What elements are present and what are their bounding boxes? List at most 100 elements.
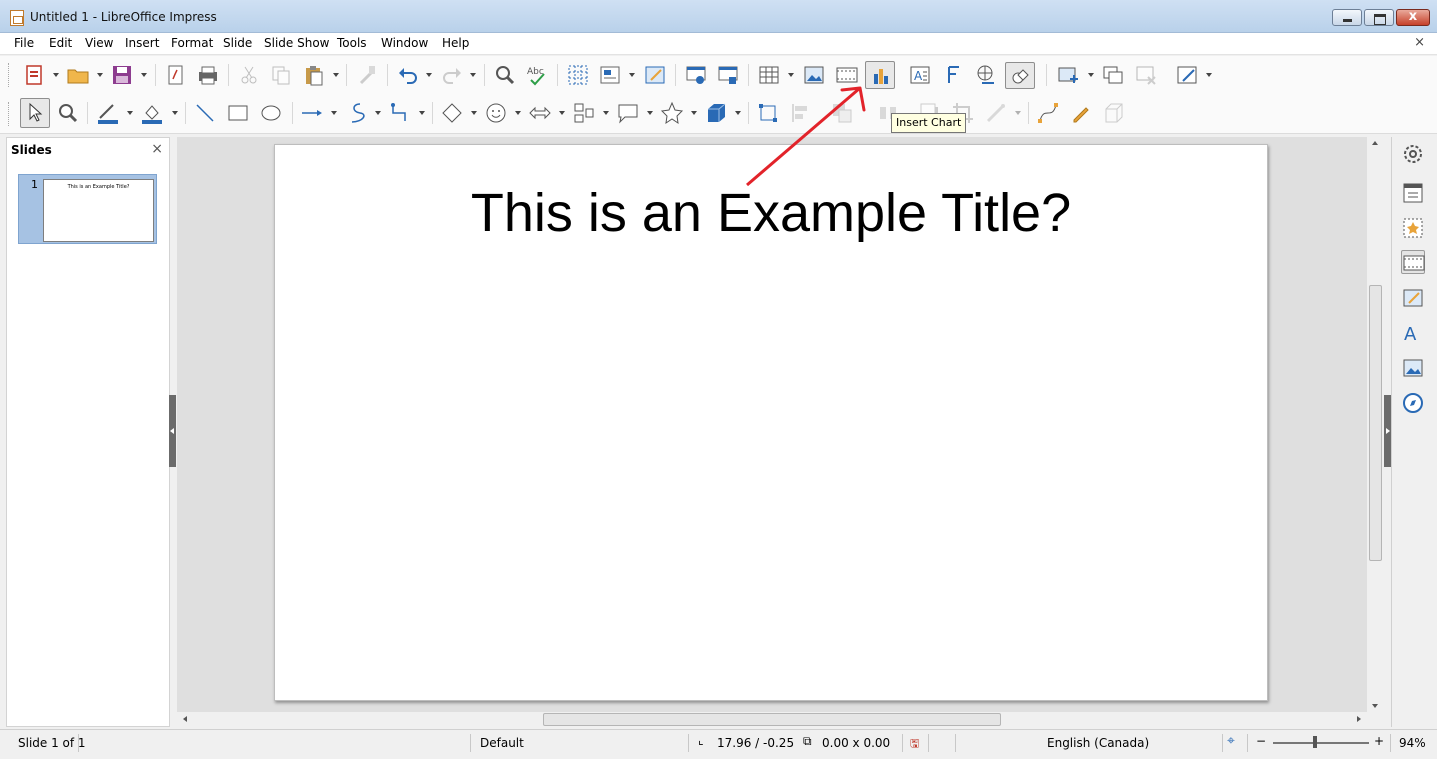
- menu-view[interactable]: View: [85, 36, 113, 50]
- undo-icon[interactable]: [396, 63, 420, 87]
- menu-slide-show[interactable]: Slide Show: [264, 36, 329, 50]
- save-dropdown[interactable]: [141, 73, 147, 77]
- slide-layout-icon[interactable]: [1175, 63, 1199, 87]
- paste-dropdown[interactable]: [333, 73, 339, 77]
- lines-arrows-dropdown[interactable]: [331, 111, 337, 115]
- display-views-dropdown[interactable]: [629, 73, 635, 77]
- sidebar-properties-icon[interactable]: [1401, 181, 1425, 205]
- menu-tools[interactable]: Tools: [337, 36, 367, 50]
- clone-formatting-icon[interactable]: [355, 63, 379, 87]
- block-arrows-icon[interactable]: [528, 101, 552, 125]
- save-icon[interactable]: [110, 63, 134, 87]
- new-dropdown[interactable]: [53, 73, 59, 77]
- menu-insert[interactable]: Insert: [125, 36, 159, 50]
- paste-icon[interactable]: [302, 63, 326, 87]
- menu-window[interactable]: Window: [381, 36, 428, 50]
- toggle-extrusion-icon[interactable]: [1102, 101, 1126, 125]
- flowchart-icon[interactable]: [572, 101, 596, 125]
- sidebar-slide-transition-icon[interactable]: [1401, 250, 1425, 274]
- menu-file[interactable]: File: [14, 36, 34, 50]
- vertical-scroll-thumb[interactable]: [1369, 285, 1382, 561]
- curves-icon[interactable]: [344, 101, 368, 125]
- language-status[interactable]: English (Canada): [1047, 736, 1149, 750]
- block-arrows-dropdown[interactable]: [559, 111, 565, 115]
- slide-thumbnail[interactable]: This is an Example Title?: [43, 179, 154, 242]
- scroll-up-arrow[interactable]: [1372, 141, 1378, 145]
- open-folder-icon[interactable]: [66, 63, 90, 87]
- find-replace-icon[interactable]: [493, 63, 517, 87]
- close-document-button[interactable]: ×: [1414, 35, 1425, 50]
- duplicate-slide-icon[interactable]: [1101, 63, 1125, 87]
- callouts-icon[interactable]: [616, 101, 640, 125]
- horizontal-scroll-thumb[interactable]: [543, 713, 1001, 726]
- connectors-dropdown[interactable]: [419, 111, 425, 115]
- document-modified-icon[interactable]: 🖫: [910, 735, 919, 754]
- line-tool-icon[interactable]: [193, 101, 217, 125]
- close-slides-pane-button[interactable]: ×: [151, 141, 163, 157]
- filter-icon[interactable]: [984, 101, 1008, 125]
- symbol-shapes-dropdown[interactable]: [515, 111, 521, 115]
- rectangle-tool-icon[interactable]: [226, 101, 250, 125]
- ellipse-tool-icon[interactable]: [259, 101, 283, 125]
- fit-slide-icon[interactable]: ⌖: [1227, 733, 1235, 749]
- zoom-slider-track[interactable]: [1273, 742, 1369, 744]
- new-document-icon[interactable]: [22, 63, 46, 87]
- close-window-button[interactable]: x: [1396, 9, 1430, 26]
- table-dropdown[interactable]: [788, 73, 794, 77]
- symbol-shapes-icon[interactable]: [484, 101, 508, 125]
- menu-slide[interactable]: Slide: [223, 36, 252, 50]
- zoom-out-button[interactable]: −: [1256, 734, 1266, 748]
- fontwork-icon[interactable]: [941, 63, 965, 87]
- menu-format[interactable]: Format: [171, 36, 213, 50]
- stars-icon[interactable]: [660, 101, 684, 125]
- display-grid-icon[interactable]: [566, 63, 590, 87]
- 3d-objects-icon[interactable]: [704, 101, 728, 125]
- line-color-icon[interactable]: [96, 101, 120, 125]
- display-views-icon[interactable]: [598, 63, 622, 87]
- points-edit-icon[interactable]: [1036, 101, 1060, 125]
- sidebar-styles-icon[interactable]: A: [1401, 321, 1425, 345]
- sidebar-animation-icon[interactable]: [1401, 286, 1425, 310]
- image-edit-icon[interactable]: [643, 63, 667, 87]
- sidebar-master-slides-icon[interactable]: [1401, 216, 1425, 240]
- sidebar-gallery-icon[interactable]: [1401, 356, 1425, 380]
- minimize-button[interactable]: [1332, 9, 1362, 26]
- lines-arrows-icon[interactable]: [300, 101, 324, 125]
- callouts-dropdown[interactable]: [647, 111, 653, 115]
- redo-icon[interactable]: [440, 63, 464, 87]
- horizontal-scrollbar[interactable]: [177, 712, 1367, 727]
- collapse-slides-pane-handle[interactable]: [169, 395, 176, 467]
- toolbar-grip[interactable]: [8, 63, 10, 87]
- stars-dropdown[interactable]: [691, 111, 697, 115]
- flowchart-dropdown[interactable]: [603, 111, 609, 115]
- copy-icon[interactable]: [269, 63, 293, 87]
- export-pdf-icon[interactable]: [164, 63, 188, 87]
- slide-title-text[interactable]: This is an Example Title?: [275, 182, 1267, 244]
- undo-dropdown[interactable]: [426, 73, 432, 77]
- scroll-right-arrow[interactable]: [1357, 716, 1361, 722]
- zoom-pan-icon[interactable]: [56, 101, 80, 125]
- hyperlink-icon[interactable]: [974, 63, 998, 87]
- sidebar-settings-icon[interactable]: [1401, 142, 1425, 166]
- zoom-slider-handle[interactable]: [1313, 736, 1317, 748]
- scroll-left-arrow[interactable]: [183, 716, 187, 722]
- menu-edit[interactable]: Edit: [49, 36, 72, 50]
- curves-dropdown[interactable]: [375, 111, 381, 115]
- glue-points-icon[interactable]: [1069, 101, 1093, 125]
- collapse-sidebar-handle[interactable]: [1384, 395, 1391, 467]
- insert-text-box-icon[interactable]: A: [908, 63, 932, 87]
- redo-dropdown[interactable]: [470, 73, 476, 77]
- new-slide-dropdown[interactable]: [1088, 73, 1094, 77]
- slide-layout-dropdown[interactable]: [1206, 73, 1212, 77]
- fill-color-icon[interactable]: [140, 101, 164, 125]
- vertical-scrollbar[interactable]: [1367, 137, 1384, 712]
- scroll-down-arrow[interactable]: [1372, 704, 1378, 708]
- start-current-slide-icon[interactable]: [716, 63, 740, 87]
- master-slide-status[interactable]: Default: [480, 736, 524, 750]
- print-icon[interactable]: [196, 63, 220, 87]
- spelling-icon[interactable]: Abc: [525, 63, 549, 87]
- open-dropdown[interactable]: [97, 73, 103, 77]
- filter-dropdown[interactable]: [1015, 111, 1021, 115]
- slide-work-area[interactable]: This is an Example Title?: [177, 137, 1367, 712]
- select-pointer-button[interactable]: [20, 98, 50, 128]
